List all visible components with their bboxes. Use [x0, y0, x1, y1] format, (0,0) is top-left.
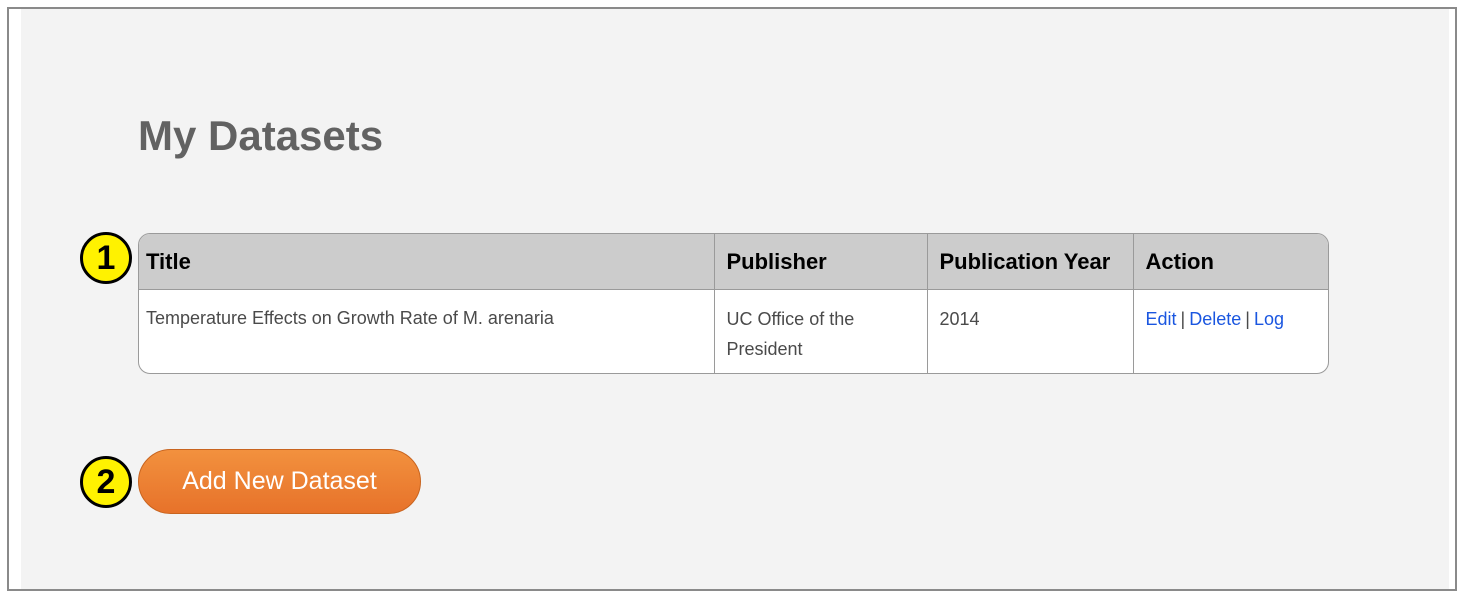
dataset-title-cell: Temperature Effects on Growth Rate of M.… [139, 290, 714, 374]
add-new-dataset-button[interactable]: Add New Dataset [138, 449, 421, 514]
dataset-actions-cell: Edit | Delete | Log [1132, 289, 1328, 373]
column-header-action: Action [1132, 234, 1328, 290]
dataset-publisher: UC Office of the President [726, 309, 855, 359]
callout-marker-2: 2 [80, 456, 132, 508]
edit-link[interactable]: Edit [1146, 309, 1177, 329]
log-link[interactable]: Log [1254, 309, 1284, 329]
column-header-publisher: Publisher [713, 234, 927, 290]
column-header-title: Title [139, 234, 714, 290]
action-separator: | [1180, 309, 1186, 329]
column-header-publication-year: Publication Year [926, 234, 1133, 290]
dataset-publisher-cell: UC Office of the President [713, 289, 927, 373]
table-row: Temperature Effects on Growth Rate of M.… [139, 289, 1328, 374]
page-title: My Datasets [138, 112, 384, 159]
dataset-year-cell: 2014 [926, 289, 1133, 373]
callout-marker-1: 1 [80, 232, 132, 284]
dataset-title: Temperature Effects on Growth Rate of M.… [146, 308, 554, 328]
delete-link[interactable]: Delete [1189, 309, 1241, 329]
table-header-row: Title Publisher Publication Year Action [139, 234, 1328, 290]
action-separator: | [1245, 309, 1250, 329]
datasets-table: Title Publisher Publication Year Action … [138, 233, 1329, 374]
dataset-publication-year: 2014 [939, 309, 980, 329]
